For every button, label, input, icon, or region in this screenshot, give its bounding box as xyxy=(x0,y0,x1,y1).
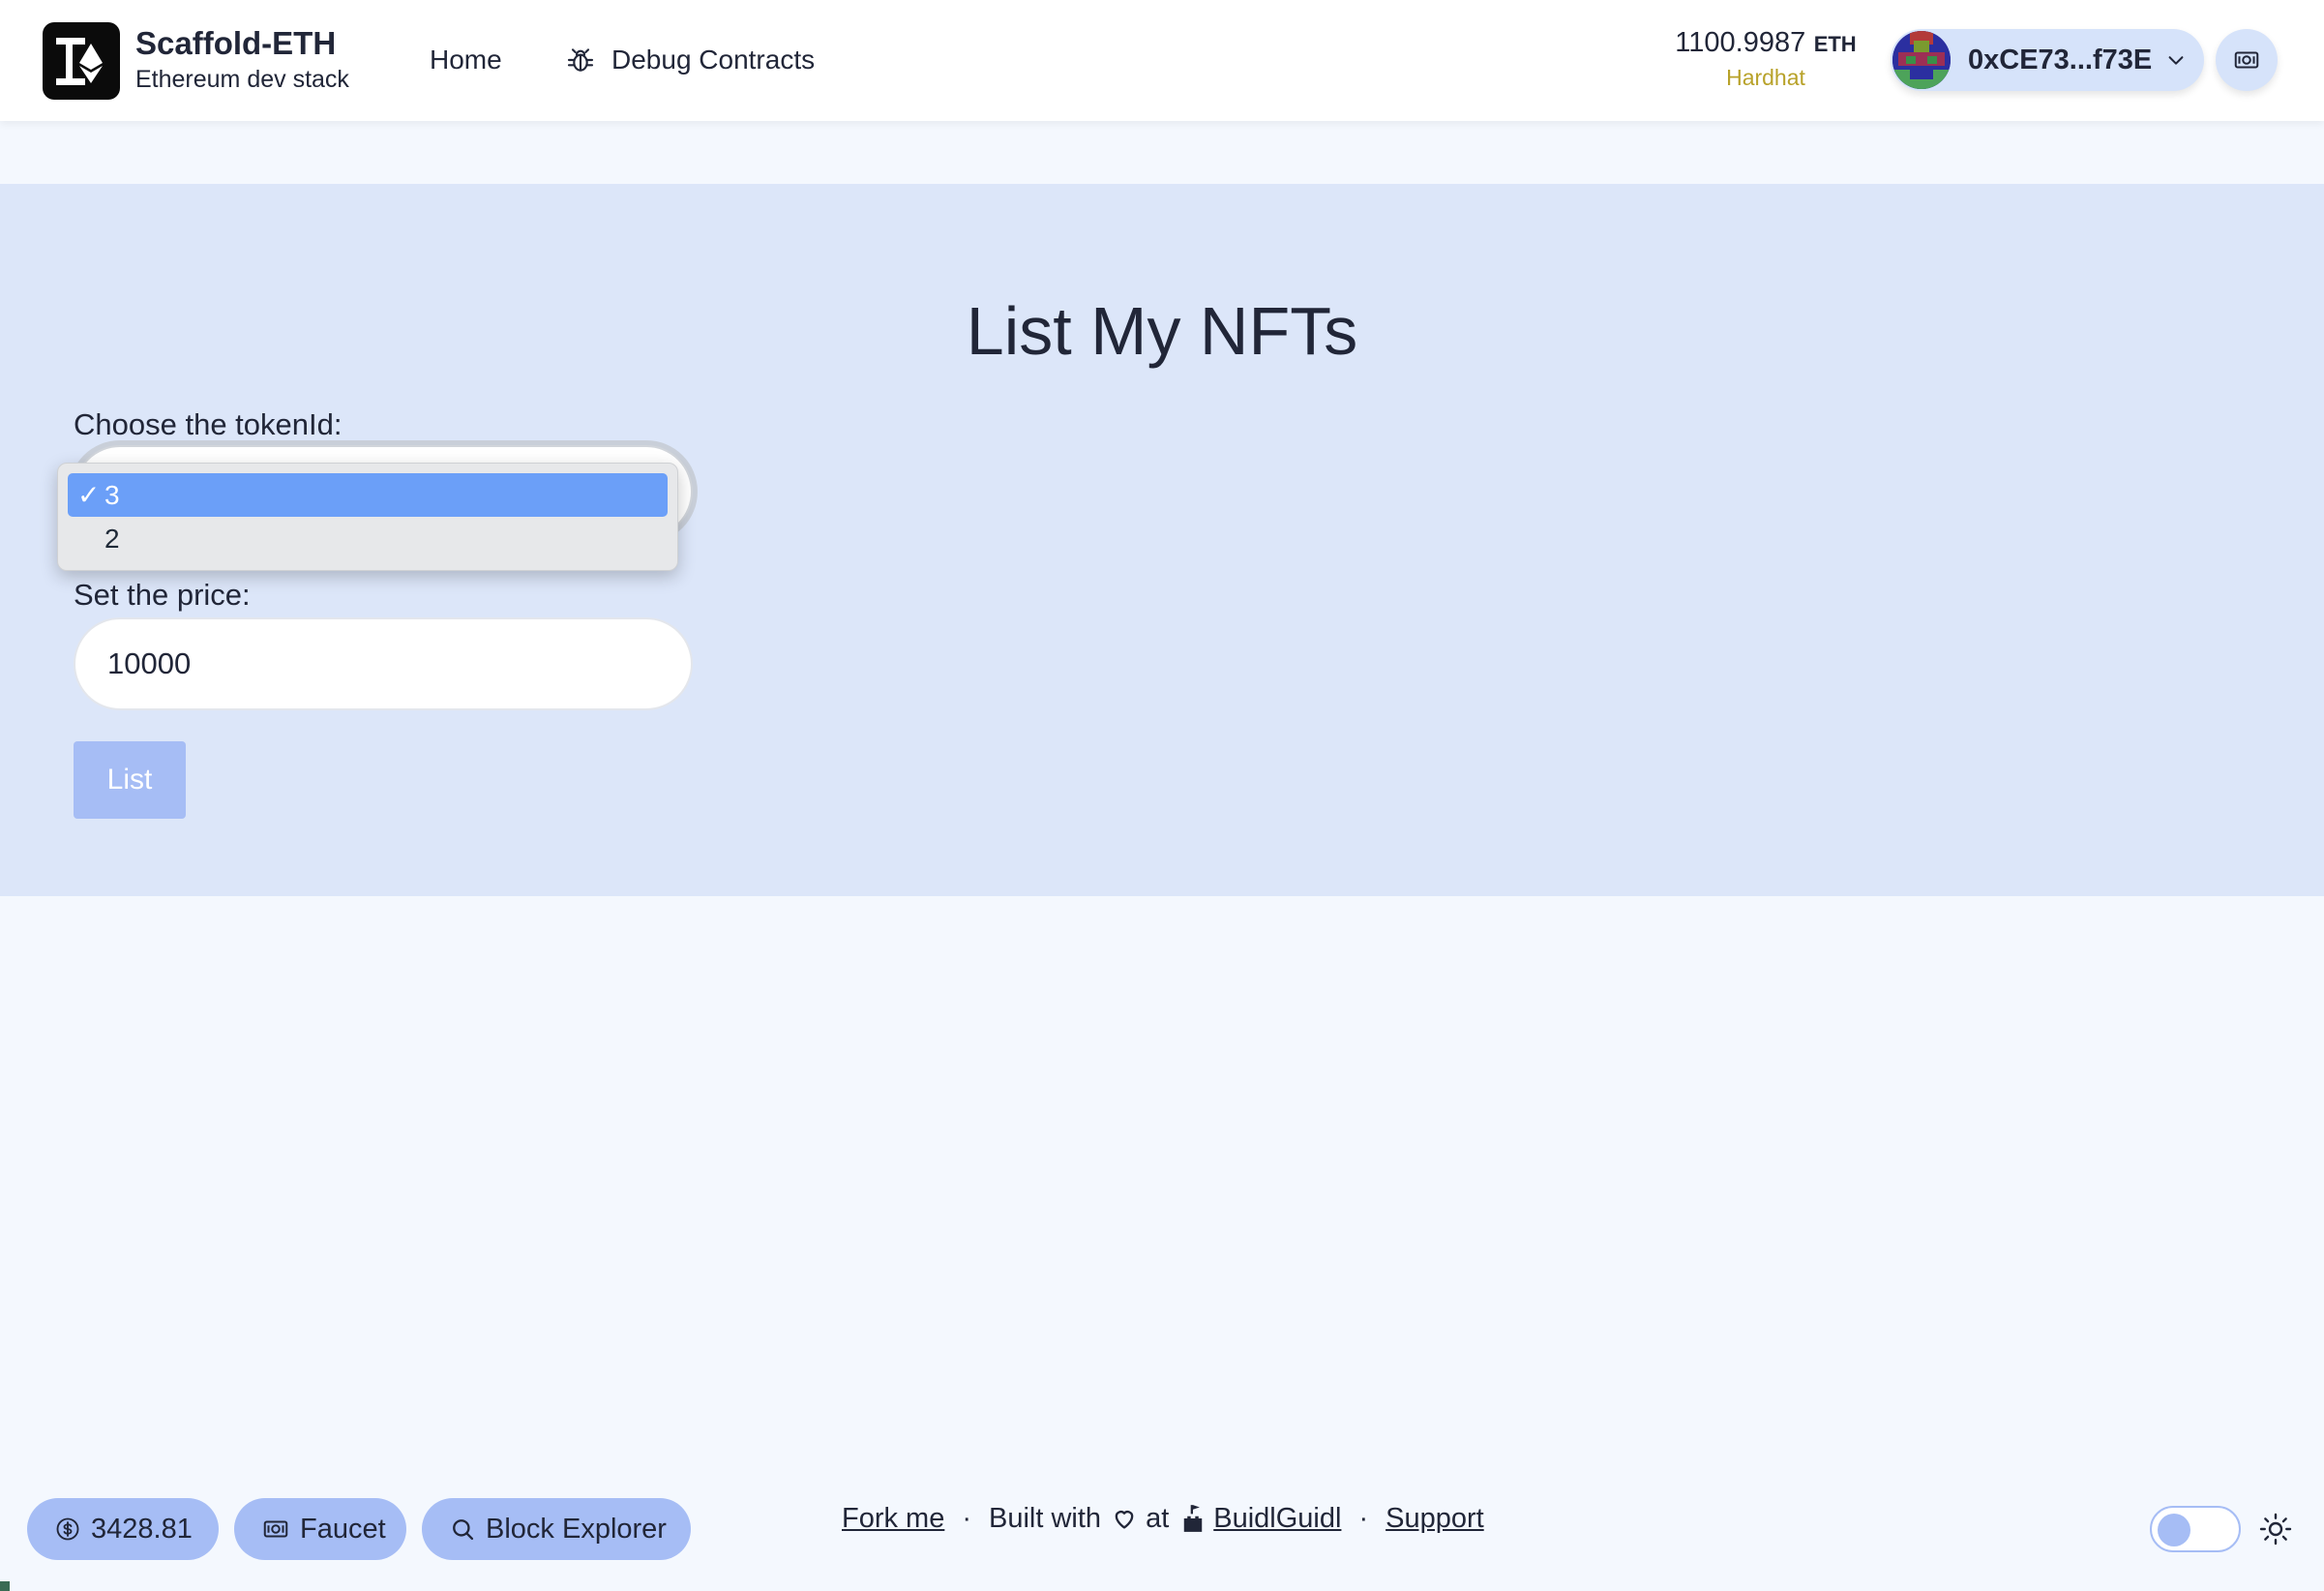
account-address: 0xCE73...f73E xyxy=(1968,44,2153,75)
buidlguidl-link[interactable]: BuidlGuidl xyxy=(1213,1503,1341,1535)
banknote-icon xyxy=(263,1520,288,1538)
block-explorer-label: Block Explorer xyxy=(486,1513,667,1545)
castle-icon xyxy=(1184,1505,1203,1532)
chevron-down-icon xyxy=(2168,56,2184,65)
token-option-label: 3 xyxy=(104,480,120,510)
balance-display: 1100.9987 ETH Hardhat xyxy=(1645,27,1887,91)
token-option-label: 2 xyxy=(104,524,120,554)
theme-toggle[interactable] xyxy=(2150,1506,2241,1552)
built-with-text: Built with xyxy=(989,1502,1102,1534)
theme-toggle-knob xyxy=(2158,1514,2190,1546)
nav-debug-label: Debug Contracts xyxy=(611,45,816,75)
token-id-dropdown: ✓ 3 2 xyxy=(57,463,678,571)
header: Scaffold-ETH Ethereum dev stack Home Deb… xyxy=(0,0,2324,121)
token-option[interactable]: 2 xyxy=(68,517,668,560)
scaffold-eth-logo-icon[interactable] xyxy=(43,22,120,100)
avatar xyxy=(1892,31,1951,89)
window-corner xyxy=(0,1581,10,1591)
nav-home-link[interactable]: Home xyxy=(430,45,502,75)
token-option-selected[interactable]: ✓ 3 xyxy=(68,473,668,517)
fork-me-link[interactable]: Fork me xyxy=(842,1503,944,1535)
price-input[interactable] xyxy=(74,617,693,710)
footer-links: Fork me · Built with at BuidlGuidl · Sup… xyxy=(842,1499,1484,1538)
network-name: Hardhat xyxy=(1726,65,1805,90)
block-explorer-button[interactable]: Block Explorer xyxy=(422,1498,691,1560)
check-icon: ✓ xyxy=(77,480,101,510)
nav-debug-contracts-link[interactable]: Debug Contracts xyxy=(565,43,815,77)
faucet-button[interactable]: Faucet xyxy=(234,1498,406,1560)
price-label: Set the price: xyxy=(74,578,251,612)
list-button[interactable]: List xyxy=(74,741,186,819)
support-link[interactable]: Support xyxy=(1385,1503,1484,1535)
separator: · xyxy=(1358,1502,1369,1534)
faucet-label: Faucet xyxy=(300,1513,386,1545)
account-dropdown-button[interactable]: 0xCE73...f73E xyxy=(1891,29,2204,91)
search-icon xyxy=(453,1519,474,1541)
qr-code-button[interactable] xyxy=(2216,29,2278,91)
eth-price: 3428.81 xyxy=(91,1513,193,1545)
dollar-circle-icon xyxy=(56,1517,79,1541)
page-title: List My NFTs xyxy=(966,293,1358,369)
token-id-label: Choose the tokenId: xyxy=(74,407,343,441)
sun-icon xyxy=(2259,1513,2292,1546)
page: Scaffold-ETH Ethereum dev stack Home Deb… xyxy=(0,0,2324,1591)
separator: · xyxy=(962,1502,972,1534)
heart-icon xyxy=(1115,1511,1134,1529)
brand-title: Scaffold-ETH xyxy=(135,25,337,61)
bug-icon xyxy=(567,48,594,72)
balance-unit: ETH xyxy=(1813,32,1857,56)
brand-subtitle: Ethereum dev stack xyxy=(135,66,349,93)
at-text: at xyxy=(1146,1502,1170,1534)
balance-amount: 1100.9987 xyxy=(1675,27,1806,58)
qr-code-icon xyxy=(2234,51,2259,69)
eth-price-badge[interactable]: 3428.81 xyxy=(27,1498,219,1560)
